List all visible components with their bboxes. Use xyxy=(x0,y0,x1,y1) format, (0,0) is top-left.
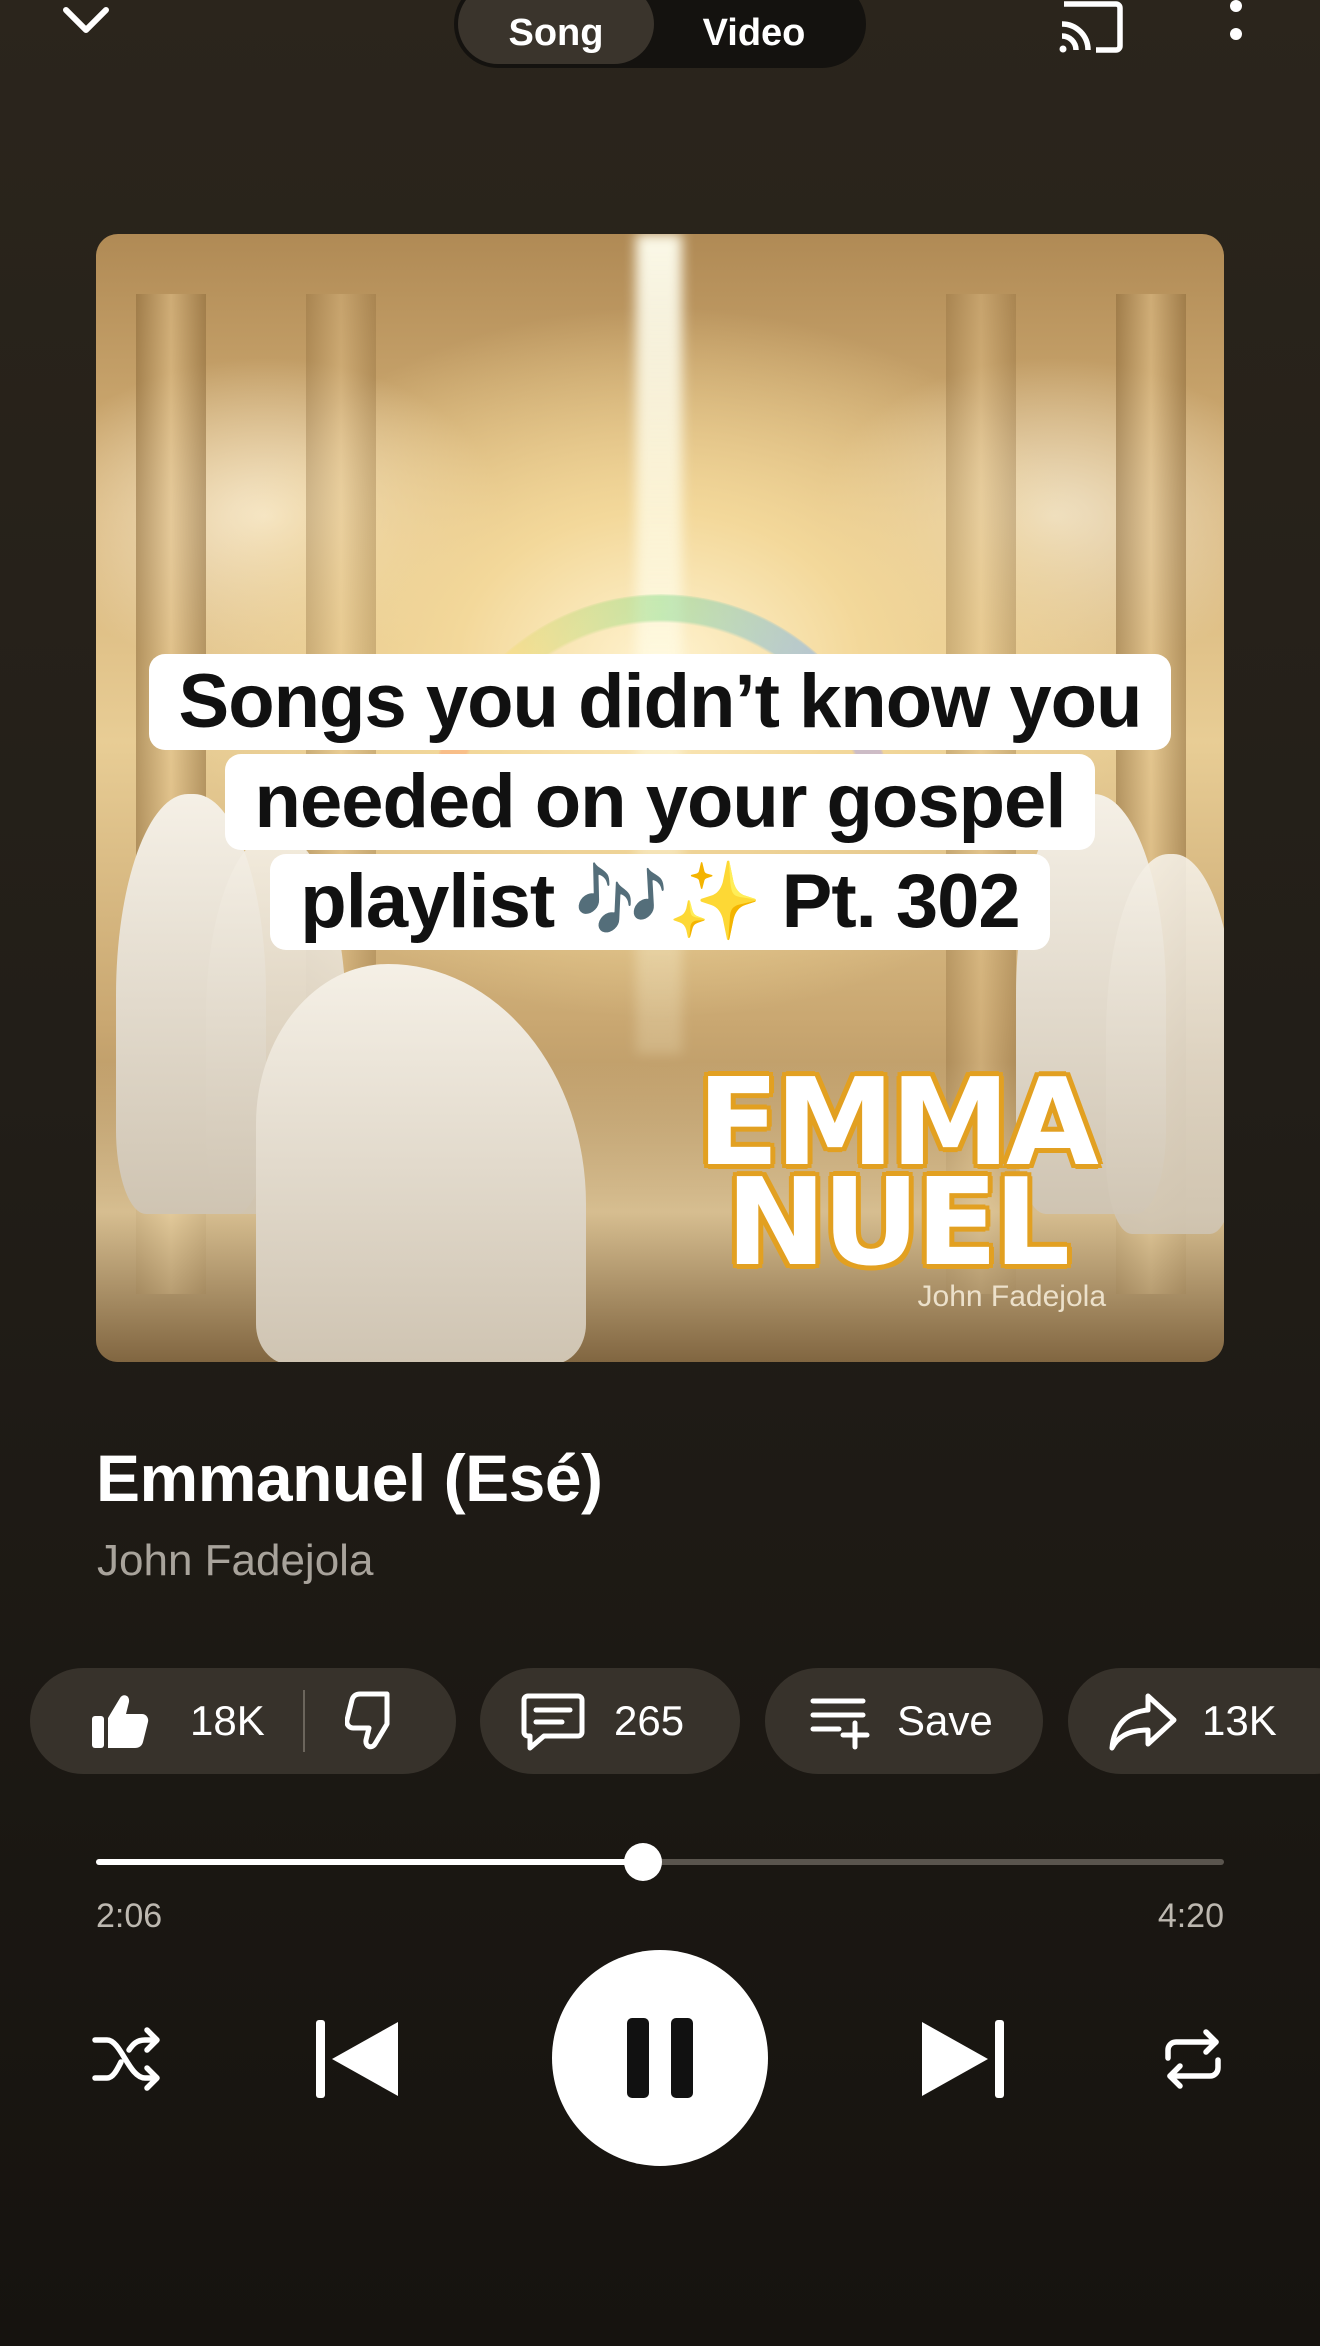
caption-line: playlist 🎶✨ Pt. 302 xyxy=(270,854,1050,950)
comment-count: 265 xyxy=(614,1697,685,1744)
chevron-down-icon xyxy=(63,7,109,33)
progress-fill xyxy=(96,1859,643,1865)
repeat-button[interactable] xyxy=(1158,2024,1228,2094)
dislike-button[interactable] xyxy=(344,1668,407,1774)
artwork-logo: EMMA NUEL John Fadejola xyxy=(666,1064,1126,1314)
album-artwork: Songs you didn’t know you needed on your… xyxy=(96,234,1224,1362)
pause-button[interactable] xyxy=(552,1950,768,2166)
now-playing-screen: Song Video Songs you didn’t know you nee… xyxy=(0,0,1320,2346)
more-options-button[interactable] xyxy=(1222,0,1250,52)
cast-icon xyxy=(1059,1,1123,53)
skip-next-icon xyxy=(922,2020,1004,2098)
thumbs-down-icon xyxy=(344,1691,390,1750)
artwork-caption: Songs you didn’t know you needed on your… xyxy=(96,654,1224,954)
progress-thumb[interactable] xyxy=(623,1843,662,1881)
repeat-icon xyxy=(1165,2029,1221,2089)
like-count: 18K xyxy=(190,1697,265,1744)
tab-video[interactable]: Video xyxy=(654,0,854,64)
elapsed-time: 2:06 xyxy=(96,1897,163,1935)
shuffle-button[interactable] xyxy=(88,2024,164,2094)
previous-track-button[interactable] xyxy=(312,2016,402,2102)
shuffle-icon xyxy=(92,2027,160,2091)
playlist-add-icon xyxy=(810,1698,870,1750)
like-dislike-chip: 18K xyxy=(30,1668,456,1774)
share-button[interactable]: 13K xyxy=(1068,1668,1320,1774)
skip-previous-icon xyxy=(316,2020,398,2098)
collapse-button[interactable] xyxy=(58,0,114,48)
tab-song[interactable]: Song xyxy=(458,0,654,64)
save-button[interactable]: Save xyxy=(765,1668,1043,1774)
comments-button[interactable]: 265 xyxy=(480,1668,740,1774)
logo-artist: John Fadejola xyxy=(917,1280,1106,1313)
share-icon xyxy=(1109,1693,1177,1751)
next-track-button[interactable] xyxy=(918,2016,1008,2102)
like-button[interactable]: 18K xyxy=(30,1668,265,1774)
total-time: 4:20 xyxy=(1157,1897,1224,1935)
comment-icon xyxy=(521,1693,585,1751)
more-vertical-icon xyxy=(1230,0,1242,40)
progress-bar[interactable] xyxy=(96,1843,1224,1881)
logo-word: NUEL xyxy=(725,1154,1070,1293)
track-title[interactable]: Emmanuel (Esé) xyxy=(96,1440,603,1516)
save-label: Save xyxy=(897,1697,993,1744)
song-video-toggle: Song Video xyxy=(454,0,866,68)
share-count: 13K xyxy=(1202,1697,1277,1744)
chip-divider xyxy=(302,1690,305,1752)
thumbs-up-icon xyxy=(92,1695,149,1748)
pause-icon xyxy=(627,2018,693,2098)
cast-button[interactable] xyxy=(1056,0,1126,54)
track-artist[interactable]: John Fadejola xyxy=(97,1536,373,1586)
caption-line: needed on your gospel xyxy=(224,754,1096,850)
caption-line: Songs you didn’t know you xyxy=(148,654,1172,750)
